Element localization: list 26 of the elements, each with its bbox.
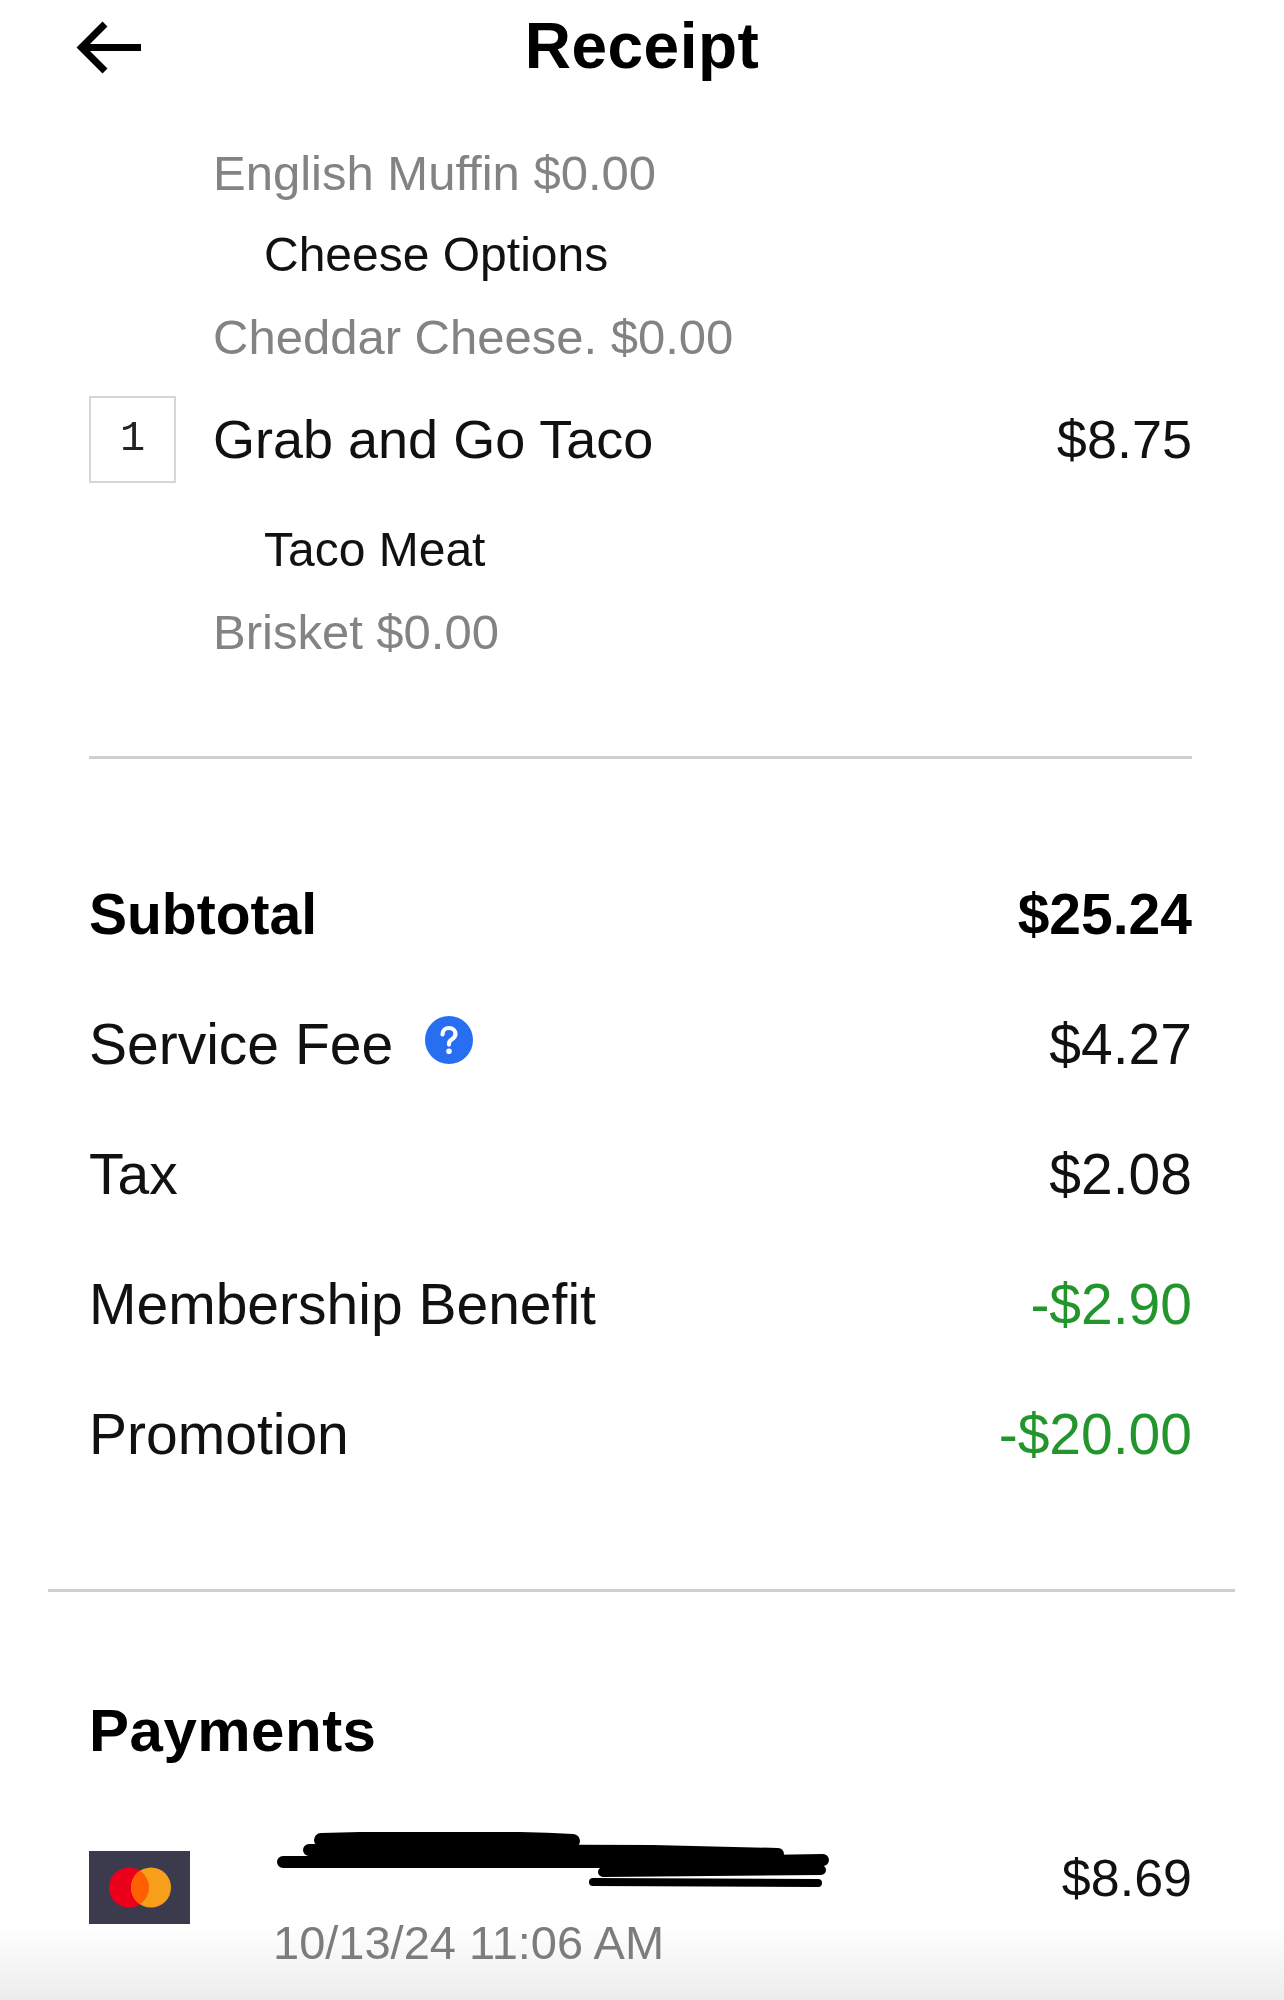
charge-amount: -$2.90 xyxy=(1030,1271,1192,1337)
charge-label: Promotion xyxy=(89,1401,349,1467)
charge-label: Service Fee xyxy=(89,1011,394,1077)
payment-amount: $8.69 xyxy=(1061,1848,1192,1909)
charge-label: Membership Benefit xyxy=(89,1271,596,1337)
quantity-indicator: 1 xyxy=(89,395,176,483)
modifier-option: Brisket $0.00 xyxy=(213,605,499,659)
modifier-group-title: Cheese Options xyxy=(264,228,609,281)
charge-label: Tax xyxy=(89,1141,178,1207)
charge-amount: $2.08 xyxy=(1049,1141,1192,1207)
charge-label: Subtotal xyxy=(89,881,317,947)
payment-date: 10/13/24 11:06 AM xyxy=(273,1915,665,1971)
payment-card-icon xyxy=(89,1851,190,1924)
section-heading: Payments xyxy=(89,1696,377,1766)
charge-amount: $25.24 xyxy=(1017,881,1192,947)
item-price: $8.75 xyxy=(1056,408,1192,470)
charge-amount: $4.27 xyxy=(1049,1011,1192,1077)
modifier-option: Cheddar Cheese. $0.00 xyxy=(213,310,734,364)
receipt-title: Receipt xyxy=(524,9,760,84)
charge-amount: -$20.00 xyxy=(998,1401,1192,1467)
item-name: Grab and Go Taco xyxy=(213,408,654,470)
back-button[interactable] xyxy=(74,19,144,75)
modifier-option: English Muffin $0.00 xyxy=(213,146,657,200)
left-arrow-icon xyxy=(74,19,144,75)
help-icon[interactable] xyxy=(425,1016,474,1064)
modifier-group-title: Taco Meat xyxy=(264,523,486,576)
